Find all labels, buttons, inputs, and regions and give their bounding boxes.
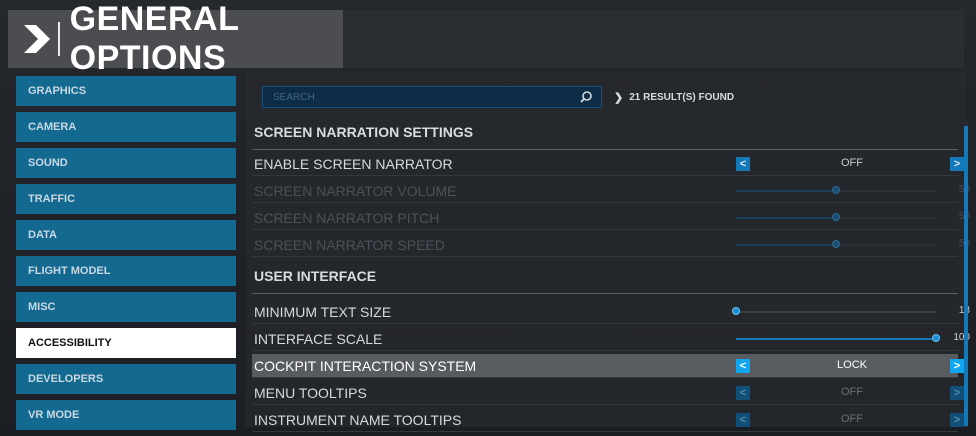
setting-label: ENABLE SCREEN NARRATOR [254,155,453,172]
arrow-right-icon[interactable]: > [950,157,964,171]
scrollbar[interactable] [964,122,968,427]
arrow-left-icon[interactable]: < [736,157,750,171]
sidebar-item-graphics[interactable]: GRAPHICS [16,76,236,106]
slider-track[interactable] [736,213,936,221]
arrow-right-icon[interactable]: > [950,359,964,373]
setting-row-interface-scale[interactable]: INTERFACE SCALE 100 [252,327,970,351]
setting-label: MINIMUM TEXT SIZE [254,303,392,320]
slider-track[interactable] [736,240,936,248]
search-input[interactable] [263,90,575,104]
results-text: 21 RESULT(S) FOUND [629,91,735,103]
settings-panel: ❯ 21 RESULT(S) FOUND SCREEN NARRATION SE… [246,72,970,432]
page-header: GENERAL OPTIONS [8,0,343,77]
section-title: USER INTERFACE [254,268,377,284]
slider-track[interactable] [736,186,936,194]
setting-row-min-text-size[interactable]: MINIMUM TEXT SIZE 18 [252,300,970,324]
sidebar-item-flight-model[interactable]: FLIGHT MODEL [16,256,236,286]
scrollbar-thumb[interactable] [964,126,968,426]
section-header-narration: SCREEN NARRATION SETTINGS [252,124,958,150]
setting-label: SCREEN NARRATOR PITCH [254,209,440,226]
slider-track[interactable] [732,307,936,315]
setting-label: COCKPIT INTERACTION SYSTEM [254,357,477,374]
header-strip [343,10,964,68]
search-icon[interactable] [579,90,593,104]
setting-row-menu-tooltips[interactable]: MENU TOOLTIPS < OFF > [252,381,964,405]
page-title: GENERAL OPTIONS [69,0,239,77]
setting-label: INSTRUMENT NAME TOOLTIPS [254,411,462,428]
chevron-right-icon [20,22,56,56]
arrow-right-icon[interactable]: > [950,386,964,400]
setting-row-narrator-speed[interactable]: SCREEN NARRATOR SPEED 50 [252,233,970,257]
arrow-left-icon[interactable]: < [736,359,750,373]
setting-label: INTERFACE SCALE [254,330,383,347]
sidebar-item-accessibility[interactable]: ACCESSIBILITY [16,328,236,358]
sidebar-item-developers[interactable]: DEVELOPERS [16,364,236,394]
slider-fill [736,217,836,219]
sidebar-item-sound[interactable]: SOUND [16,148,236,178]
slider-handle[interactable] [932,334,940,342]
sidebar-item-data[interactable]: DATA [16,220,236,250]
section-title: SCREEN NARRATION SETTINGS [254,124,474,140]
slider-handle[interactable] [832,213,840,221]
setting-value: LOCK [837,359,867,371]
slider-handle[interactable] [832,240,840,248]
slider-fill [736,338,936,340]
setting-label: MENU TOOLTIPS [254,384,367,401]
arrow-right-icon[interactable]: > [950,413,964,427]
sidebar: GRAPHICS CAMERA SOUND TRAFFIC DATA FLIGH… [16,76,236,436]
slider-fill [736,190,836,192]
sidebar-item-misc[interactable]: MISC [16,292,236,322]
sidebar-item-traffic[interactable]: TRAFFIC [16,184,236,214]
slider-handle[interactable] [832,186,840,194]
chevron-right-icon: ❯ [614,91,624,104]
setting-row-enable-narrator[interactable]: ENABLE SCREEN NARRATOR < OFF > [252,152,964,176]
setting-row-narrator-pitch[interactable]: SCREEN NARRATOR PITCH 50 [252,206,970,230]
arrow-left-icon[interactable]: < [736,386,750,400]
results-count: ❯ 21 RESULT(S) FOUND [614,91,734,104]
search-row: ❯ 21 RESULT(S) FOUND [262,86,734,108]
sidebar-item-camera[interactable]: CAMERA [16,112,236,142]
slider-handle[interactable] [732,307,740,315]
slider-fill [736,244,836,246]
slider-track[interactable] [736,334,940,342]
arrow-left-icon[interactable]: < [736,413,750,427]
setting-row-instrument-tooltips[interactable]: INSTRUMENT NAME TOOLTIPS < OFF > [252,408,964,432]
setting-row-cockpit-interaction[interactable]: COCKPIT INTERACTION SYSTEM < LOCK > [252,354,964,378]
setting-label: SCREEN NARRATOR VOLUME [254,182,457,199]
search-box [262,86,602,108]
setting-row-narrator-volume[interactable]: SCREEN NARRATOR VOLUME 50 [252,179,970,203]
setting-label: SCREEN NARRATOR SPEED [254,236,445,253]
setting-value: OFF [841,386,863,398]
setting-value: OFF [841,157,863,169]
header-divider [58,22,60,56]
section-header-ui: USER INTERFACE [252,268,958,294]
setting-value: OFF [841,413,863,425]
sidebar-item-vr-mode[interactable]: VR MODE [16,400,236,430]
